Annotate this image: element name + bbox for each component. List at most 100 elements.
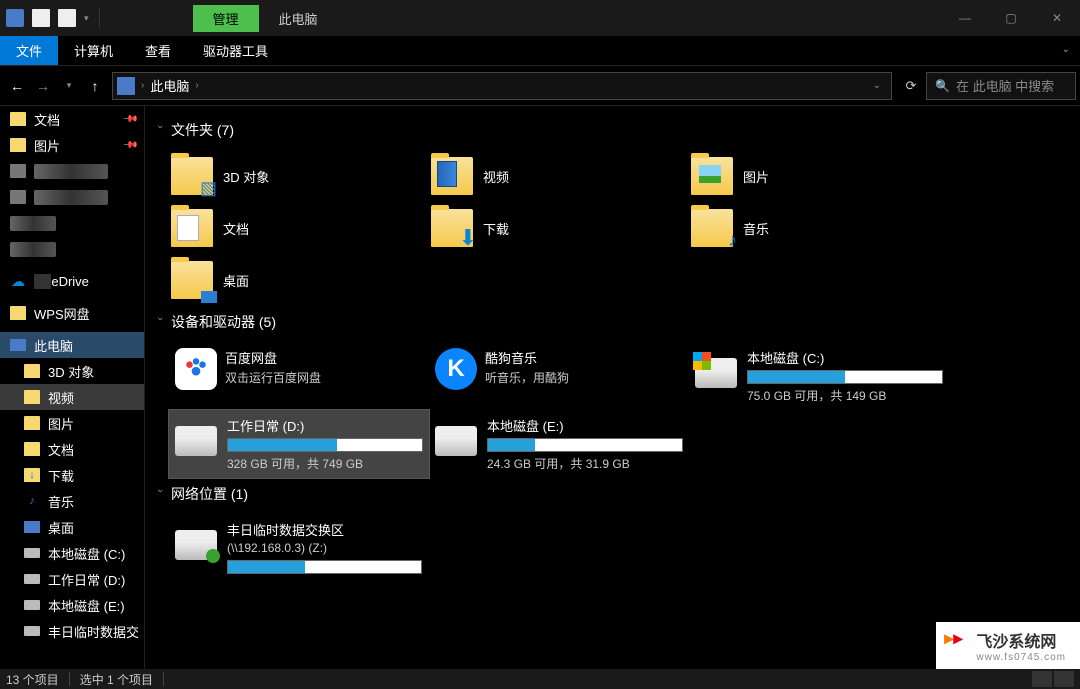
capacity-fill — [748, 371, 845, 383]
sidebar-item-docs2[interactable]: 文档 — [0, 436, 144, 462]
search-input[interactable]: 🔍 在 此电脑 中搜索 — [926, 72, 1076, 100]
sidebar-item-3d[interactable]: 3D 对象 — [0, 358, 144, 384]
address-pc-icon — [117, 77, 135, 95]
sidebar: 文档📌 图片 📌 ████████ ████████ █████ █████ ☁O… — [0, 106, 145, 669]
qat-icon-1[interactable] — [32, 9, 50, 27]
folder-icon: ♪ — [691, 209, 733, 247]
label: 音乐 — [743, 219, 769, 238]
sidebar-item-desktop[interactable]: 桌面 — [0, 514, 144, 540]
network-drive-icon — [175, 530, 217, 560]
address-dropdown-icon[interactable]: ⌄ — [867, 80, 887, 91]
group-title: 文件夹 (7) — [171, 120, 234, 140]
download-icon — [24, 468, 40, 482]
ribbon-collapse-icon[interactable]: ⌄ — [1062, 44, 1070, 55]
sidebar-item-obscured[interactable]: █████ — [0, 236, 144, 262]
tab-drive-tools[interactable]: 驱动器工具 — [187, 36, 284, 65]
drive-name: 本地磁盘 (C:) — [747, 348, 943, 367]
close-button[interactable]: ✕ — [1034, 0, 1080, 36]
capacity-fill — [228, 561, 305, 573]
drive-c[interactable]: 本地磁盘 (C:) 75.0 GB 可用，共 149 GB — [689, 342, 949, 410]
drive-d[interactable]: 工作日常 (D:) 328 GB 可用，共 749 GB — [169, 410, 429, 478]
network-drive-z[interactable]: 丰日临时数据交换区 (\\192.168.0.3) (Z:) — [169, 514, 429, 580]
back-button[interactable]: ← — [4, 73, 30, 99]
devices-group: 百度网盘 双击运行百度网盘 K 酷狗音乐 听音乐，用酷狗 本地磁盘 (C:) 7… — [169, 342, 1070, 478]
folders-group: ▧3D 对象 视频 图片 文档 ⬇下载 ♪ 音乐 桌面 — [169, 150, 1070, 306]
recent-dropdown-icon[interactable]: ▾ — [56, 73, 82, 99]
sidebar-item-downloads[interactable]: 下载 — [0, 462, 144, 488]
sidebar-item-drive-c[interactable]: 本地磁盘 (C:) — [0, 540, 144, 566]
breadcrumb-sep-icon[interactable]: › — [195, 80, 198, 91]
kugou-icon: K — [435, 348, 477, 390]
tab-computer[interactable]: 计算机 — [58, 36, 129, 65]
watermark: ▸▸ 飞沙系统网 www.fs0745.com — [936, 622, 1080, 669]
sidebar-item-obscured[interactable]: ████████ — [0, 184, 144, 210]
watermark-url: www.fs0745.com — [976, 652, 1066, 663]
drive-name: 工作日常 (D:) — [227, 416, 423, 435]
folder-icon — [10, 164, 26, 178]
sidebar-item-obscured[interactable]: █████ — [0, 210, 144, 236]
forward-button[interactable]: → — [30, 73, 56, 99]
label: 本地磁盘 (C:) — [48, 544, 125, 563]
maximize-button[interactable]: ▢ — [988, 0, 1034, 36]
tab-file[interactable]: 文件 — [0, 36, 58, 65]
network-group: 丰日临时数据交换区 (\\192.168.0.3) (Z:) — [169, 514, 1070, 580]
sidebar-item-drive-d[interactable]: 工作日常 (D:) — [0, 566, 144, 592]
chevron-down-icon: › — [154, 125, 166, 135]
watermark-logo-icon: ▸▸ — [944, 628, 962, 649]
capacity-bar — [227, 438, 423, 452]
up-button[interactable]: ↑ — [82, 73, 108, 99]
titlebar: ▾ 管理 此电脑 — ▢ ✕ — [0, 0, 1080, 36]
folder-3d[interactable]: ▧3D 对象 — [169, 150, 429, 202]
group-header-devices[interactable]: › 设备和驱动器 (5) — [155, 312, 1070, 332]
breadcrumb-thispc[interactable]: 此电脑 — [144, 76, 195, 95]
group-header-folders[interactable]: › 文件夹 (7) — [155, 120, 1070, 140]
folder-icon — [691, 157, 733, 195]
folder-downloads[interactable]: ⬇下载 — [429, 202, 689, 254]
sidebar-item-pics2[interactable]: 图片 — [0, 410, 144, 436]
folder-music[interactable]: ♪ 音乐 — [689, 202, 949, 254]
device-name: 酷狗音乐 — [485, 348, 569, 367]
refresh-button[interactable]: ⟳ — [896, 78, 926, 94]
sidebar-item-wps[interactable]: WPS网盘 — [0, 300, 144, 326]
device-baidu[interactable]: 百度网盘 双击运行百度网盘 — [169, 342, 429, 410]
group-title: 网络位置 (1) — [171, 484, 248, 504]
separator — [163, 672, 164, 686]
sidebar-item-music[interactable]: ♪音乐 — [0, 488, 144, 514]
folder-video[interactable]: 视频 — [429, 150, 689, 202]
contextual-tab-manage[interactable]: 管理 — [193, 5, 259, 32]
drive-capacity: 75.0 GB 可用，共 149 GB — [747, 387, 943, 404]
details-view-button[interactable] — [1032, 671, 1052, 687]
qat-icon-2[interactable] — [58, 9, 76, 27]
separator — [69, 672, 70, 686]
sidebar-item-onedrive[interactable]: ☁OneDrive — [0, 268, 144, 294]
sidebar-item-thispc[interactable]: 此电脑 — [0, 332, 144, 358]
sidebar-item-pics[interactable]: 图片 📌 — [0, 132, 144, 158]
sidebar-item-video[interactable]: 视频 — [0, 384, 144, 410]
label: 下载 — [483, 219, 509, 238]
label: 图片 — [34, 136, 60, 155]
sidebar-item-drive-e[interactable]: 本地磁盘 (E:) — [0, 592, 144, 618]
folder-desktop[interactable]: 桌面 — [169, 254, 429, 306]
minimize-button[interactable]: — — [942, 0, 988, 36]
search-icon: 🔍 — [935, 79, 950, 93]
view-mode-switcher — [1032, 671, 1074, 687]
pin-icon: 📌 — [121, 137, 138, 154]
folder-pics[interactable]: 图片 — [689, 150, 949, 202]
content-pane[interactable]: › 文件夹 (7) ▧3D 对象 视频 图片 文档 ⬇下载 ♪ 音乐 桌面 › 设… — [145, 106, 1080, 669]
label: 视频 — [483, 167, 509, 186]
address-bar[interactable]: › 此电脑 › ⌄ — [112, 72, 892, 100]
tab-view[interactable]: 查看 — [129, 36, 187, 65]
tiles-view-button[interactable] — [1054, 671, 1074, 687]
device-kugou[interactable]: K 酷狗音乐 听音乐，用酷狗 — [429, 342, 689, 410]
sidebar-item-docs[interactable]: 文档📌 — [0, 106, 144, 132]
drive-e[interactable]: 本地磁盘 (E:) 24.3 GB 可用，共 31.9 GB — [429, 410, 689, 478]
folder-docs[interactable]: 文档 — [169, 202, 429, 254]
drive-icon — [24, 574, 40, 584]
group-header-network[interactable]: › 网络位置 (1) — [155, 484, 1070, 504]
chevron-down-icon: › — [154, 489, 166, 499]
label: WPS网盘 — [34, 304, 90, 323]
capacity-bar — [747, 370, 943, 384]
qat-dropdown-icon[interactable]: ▾ — [84, 13, 89, 24]
sidebar-item-drive-z[interactable]: 丰日临时数据交 — [0, 618, 144, 644]
sidebar-item-obscured[interactable]: ████████ — [0, 158, 144, 184]
